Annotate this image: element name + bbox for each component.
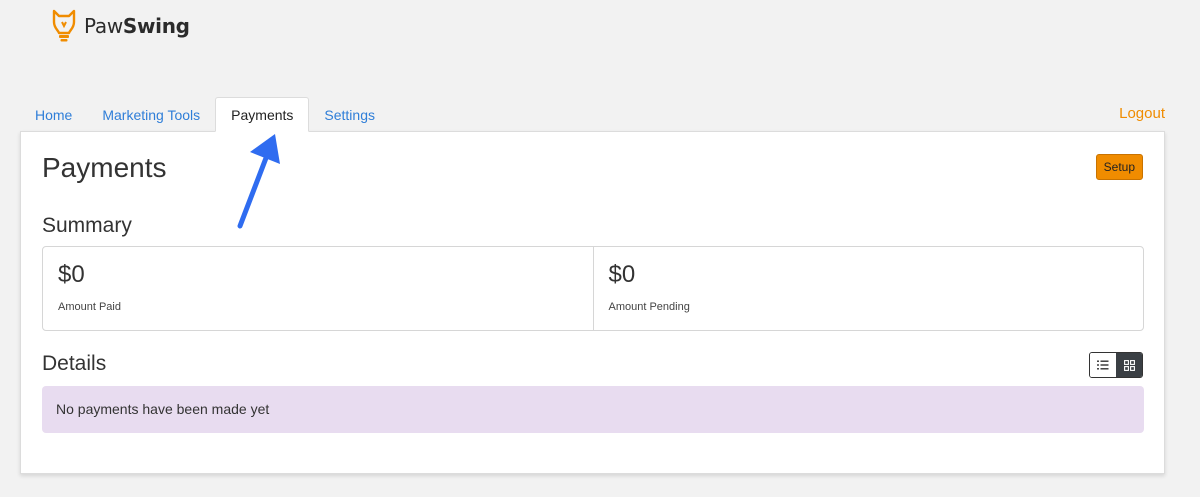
lightbulb-cat-icon [52, 9, 76, 42]
details-heading: Details [42, 352, 107, 375]
setup-button[interactable]: Setup [1095, 154, 1143, 180]
summary-panel: $0 Amount Paid $0 Amount Pending [42, 246, 1144, 331]
logout-link[interactable]: Logout [1119, 97, 1165, 131]
stat-label: Amount Paid [58, 301, 121, 313]
tab-settings[interactable]: Settings [309, 98, 390, 132]
brand-name: PawSwing [84, 14, 190, 38]
view-toggle [1089, 352, 1143, 378]
grid-icon [1123, 359, 1135, 371]
list-view-button[interactable] [1090, 353, 1116, 377]
summary-heading: Summary [42, 214, 132, 237]
list-icon [1097, 360, 1109, 370]
payments-card: Payments Setup Summary $0 Amount Paid $0… [20, 131, 1165, 474]
page-title: Payments [42, 152, 167, 183]
stat-amount-pending: $0 Amount Pending [592, 247, 1144, 330]
annotation-arrow-icon [237, 134, 280, 229]
tab-home[interactable]: Home [20, 98, 87, 132]
page: PawSwing Home Marketing Tools Payments S… [0, 0, 1200, 497]
brand-logo[interactable]: PawSwing [50, 8, 190, 44]
nav-tabs: Home Marketing Tools Payments Settings L… [20, 97, 1165, 132]
grid-view-button[interactable] [1116, 353, 1142, 377]
stat-label: Amount Pending [608, 301, 690, 313]
stat-amount-paid: $0 Amount Paid [43, 247, 593, 330]
tab-payments[interactable]: Payments [215, 97, 310, 132]
empty-payments-alert: No payments have been made yet [42, 386, 1144, 433]
tab-marketing-tools[interactable]: Marketing Tools [87, 98, 215, 132]
stat-value: $0 [608, 261, 636, 288]
stat-value: $0 [58, 261, 85, 288]
